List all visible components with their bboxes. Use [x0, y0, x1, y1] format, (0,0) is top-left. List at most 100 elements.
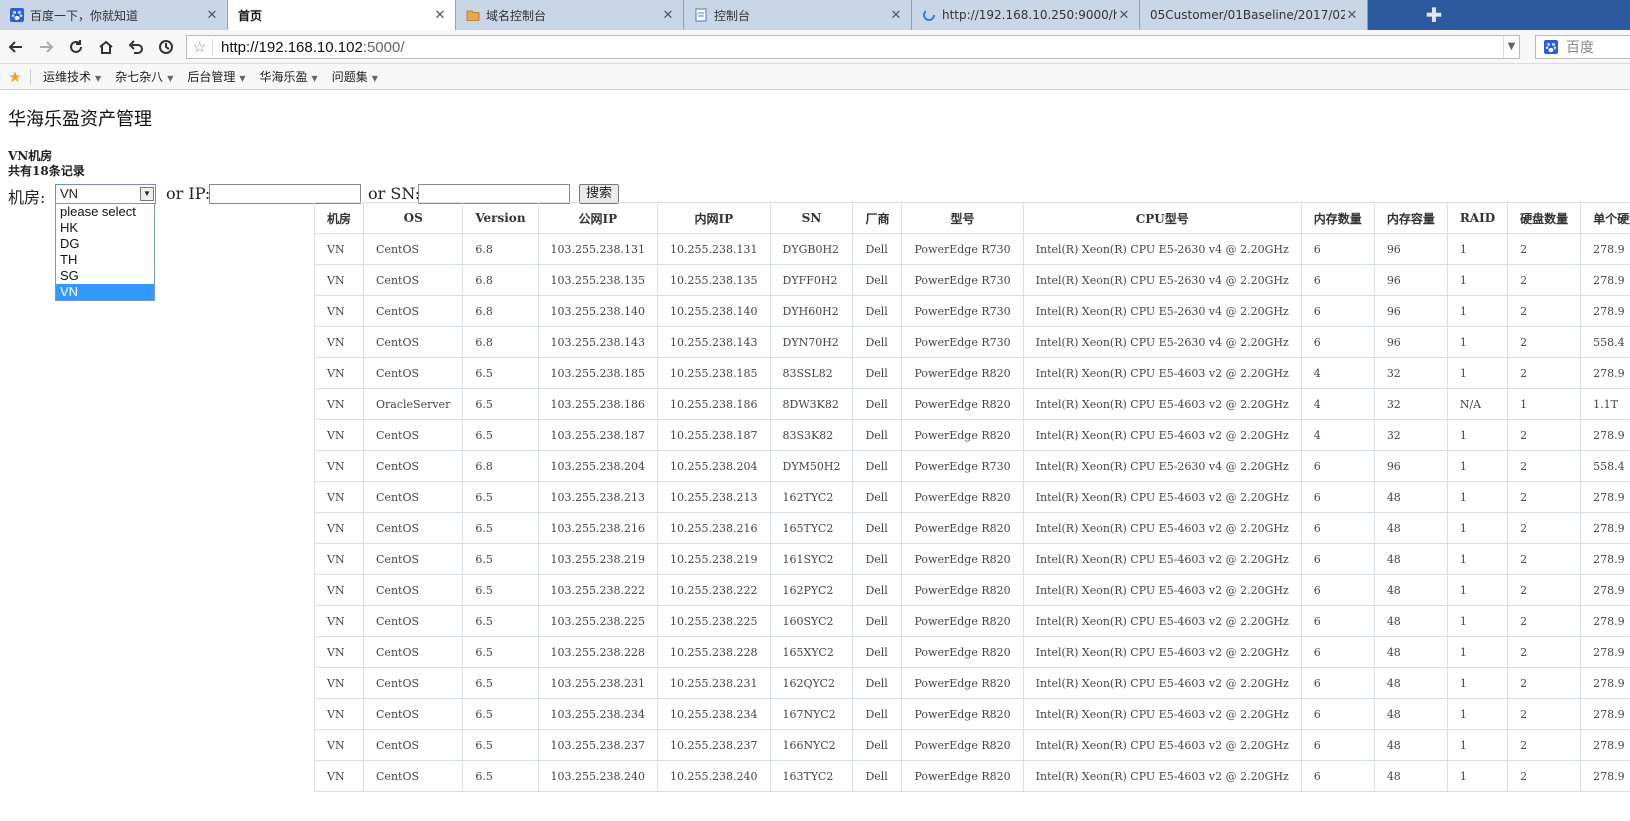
room-select[interactable]: VN ▼	[55, 184, 156, 204]
table-cell: 48	[1373, 636, 1448, 668]
table-cell: Intel(R) Xeon(R) CPU E5-2630 v4 @ 2.20GH…	[1022, 326, 1302, 358]
table-cell: 96	[1373, 264, 1448, 296]
column-header: 内存容量	[1373, 202, 1448, 234]
new-tab-button[interactable]: ✚	[1422, 3, 1446, 27]
search-engine-box[interactable]: 百度	[1535, 35, 1630, 59]
table-cell: CentOS	[363, 419, 464, 451]
table-cell: 10.255.238.225	[657, 605, 771, 637]
table-cell: PowerEdge R820	[901, 698, 1024, 730]
close-icon[interactable]: ✕	[661, 8, 675, 23]
address-bar[interactable]: ☆ http://192.168.10.102:5000/ ▼	[186, 35, 1520, 59]
room-option[interactable]: HK	[56, 220, 154, 236]
table-cell: Dell	[852, 481, 903, 513]
bookmark-folder[interactable]: 运维技术 ▼	[43, 68, 101, 85]
table-cell: Dell	[852, 667, 903, 699]
refresh-icon[interactable]	[64, 35, 88, 59]
close-icon[interactable]: ✕	[205, 8, 219, 23]
table-cell: VN	[313, 760, 365, 792]
table-cell: Dell	[852, 512, 903, 544]
table-row: VN CentOS 6.5 103.255.238.213 10.255.238.213…	[313, 481, 1630, 513]
room-option[interactable]: DG	[56, 236, 154, 252]
table-cell: 6.5	[462, 605, 539, 637]
undo-icon[interactable]	[124, 35, 148, 59]
room-option[interactable]: please select	[56, 204, 154, 220]
back-icon[interactable]	[4, 35, 28, 59]
table-cell: PowerEdge R730	[901, 264, 1024, 296]
table-cell: Intel(R) Xeon(R) CPU E5-4603 v2 @ 2.20GH…	[1022, 605, 1302, 637]
folder-icon	[466, 8, 480, 22]
sn-input[interactable]	[418, 184, 570, 204]
table-cell: 6	[1300, 233, 1375, 265]
room-option[interactable]: SG	[56, 268, 154, 284]
tab-title: 控制台	[714, 8, 751, 23]
forward-icon[interactable]	[34, 35, 58, 59]
table-cell: 278.9	[1580, 574, 1630, 606]
table-cell: VN	[313, 636, 365, 668]
tab-title: 百度一下，你就知道	[30, 8, 139, 23]
table-cell: VN	[313, 419, 365, 451]
url-text[interactable]: http://192.168.10.102:5000/	[213, 39, 1503, 56]
tab-console[interactable]: 控制台 ✕	[684, 0, 912, 30]
search-placeholder: 百度	[1566, 40, 1594, 56]
table-cell: OracleServer	[363, 388, 464, 420]
table-cell: 1	[1446, 729, 1509, 761]
room-option-selected[interactable]: VN	[56, 284, 154, 300]
table-cell: 1	[1446, 357, 1509, 389]
bookmark-folder[interactable]: 华海乐盈 ▼	[260, 68, 318, 85]
table-cell: 103.255.238.140	[537, 295, 659, 327]
table-cell: 278.9	[1580, 698, 1630, 730]
table-cell: Dell	[852, 543, 903, 575]
table-cell: 10.255.238.131	[657, 233, 771, 265]
table-cell: 103.255.238.231	[537, 667, 659, 699]
room-option[interactable]: TH	[56, 252, 154, 268]
tab-domain-console[interactable]: 域名控制台 ✕	[456, 0, 684, 30]
table-cell: 1	[1446, 233, 1509, 265]
table-cell: 2	[1507, 450, 1582, 482]
tab-local-host-9000[interactable]: http://192.168.10.250:9000/ho... ✕	[912, 0, 1140, 30]
bookmark-folder[interactable]: 后台管理 ▼	[187, 68, 245, 85]
close-icon[interactable]: ✕	[889, 8, 903, 23]
tab-baidu[interactable]: 百度一下，你就知道 ✕	[0, 0, 228, 30]
table-cell: 1	[1446, 667, 1509, 699]
bookmark-folder[interactable]: 杂七杂八 ▼	[115, 68, 173, 85]
table-cell: DYFF0H2	[769, 264, 854, 296]
chevron-down-icon[interactable]: ▼	[140, 187, 154, 201]
table-row: VN CentOS 6.5 103.255.238.237 10.255.238.237…	[313, 729, 1630, 761]
ip-input[interactable]	[209, 184, 361, 204]
table-cell: 10.255.238.222	[657, 574, 771, 606]
close-icon[interactable]: ✕	[1345, 8, 1359, 23]
column-header: 内存数量	[1300, 202, 1375, 234]
table-cell: 6	[1300, 481, 1375, 513]
close-icon[interactable]: ✕	[433, 8, 447, 23]
bookmark-star-icon[interactable]: ☆	[187, 38, 213, 56]
table-cell: 558.4	[1580, 450, 1630, 482]
table-cell: 103.255.238.219	[537, 543, 659, 575]
close-icon[interactable]: ✕	[1117, 8, 1131, 23]
table-cell: 2	[1507, 295, 1582, 327]
table-cell: 6	[1300, 760, 1375, 792]
history-icon[interactable]	[154, 35, 178, 59]
home-icon[interactable]	[94, 35, 118, 59]
table-cell: CentOS	[363, 760, 464, 792]
table-cell: 103.255.238.204	[537, 450, 659, 482]
search-button[interactable]: 搜索	[579, 184, 619, 204]
table-cell: 1	[1446, 698, 1509, 730]
chevron-down-icon[interactable]: ▼	[1503, 36, 1519, 58]
tab-customer-baseline[interactable]: 05Customer/01Baseline/2017/02/20... ✕	[1140, 0, 1368, 30]
table-cell: DYN70H2	[769, 326, 854, 358]
tab-home[interactable]: 首页 ✕	[228, 0, 456, 30]
chevron-down-icon: ▼	[311, 74, 318, 83]
favorites-star-icon[interactable]: ★	[0, 68, 30, 86]
table-cell: 10.255.238.185	[657, 357, 771, 389]
bookmark-folder[interactable]: 问题集 ▼	[332, 68, 378, 85]
table-cell: 278.9	[1580, 512, 1630, 544]
table-cell: Intel(R) Xeon(R) CPU E5-4603 v2 @ 2.20GH…	[1022, 698, 1302, 730]
chevron-down-icon: ▼	[95, 74, 102, 83]
table-cell: 2	[1507, 326, 1582, 358]
baidu-paw-icon[interactable]	[1536, 40, 1566, 54]
table-cell: 278.9	[1580, 481, 1630, 513]
table-cell: 2	[1507, 481, 1582, 513]
table-cell: PowerEdge R820	[901, 574, 1024, 606]
table-cell: 10.255.238.231	[657, 667, 771, 699]
chevron-down-icon: ▼	[167, 74, 174, 83]
